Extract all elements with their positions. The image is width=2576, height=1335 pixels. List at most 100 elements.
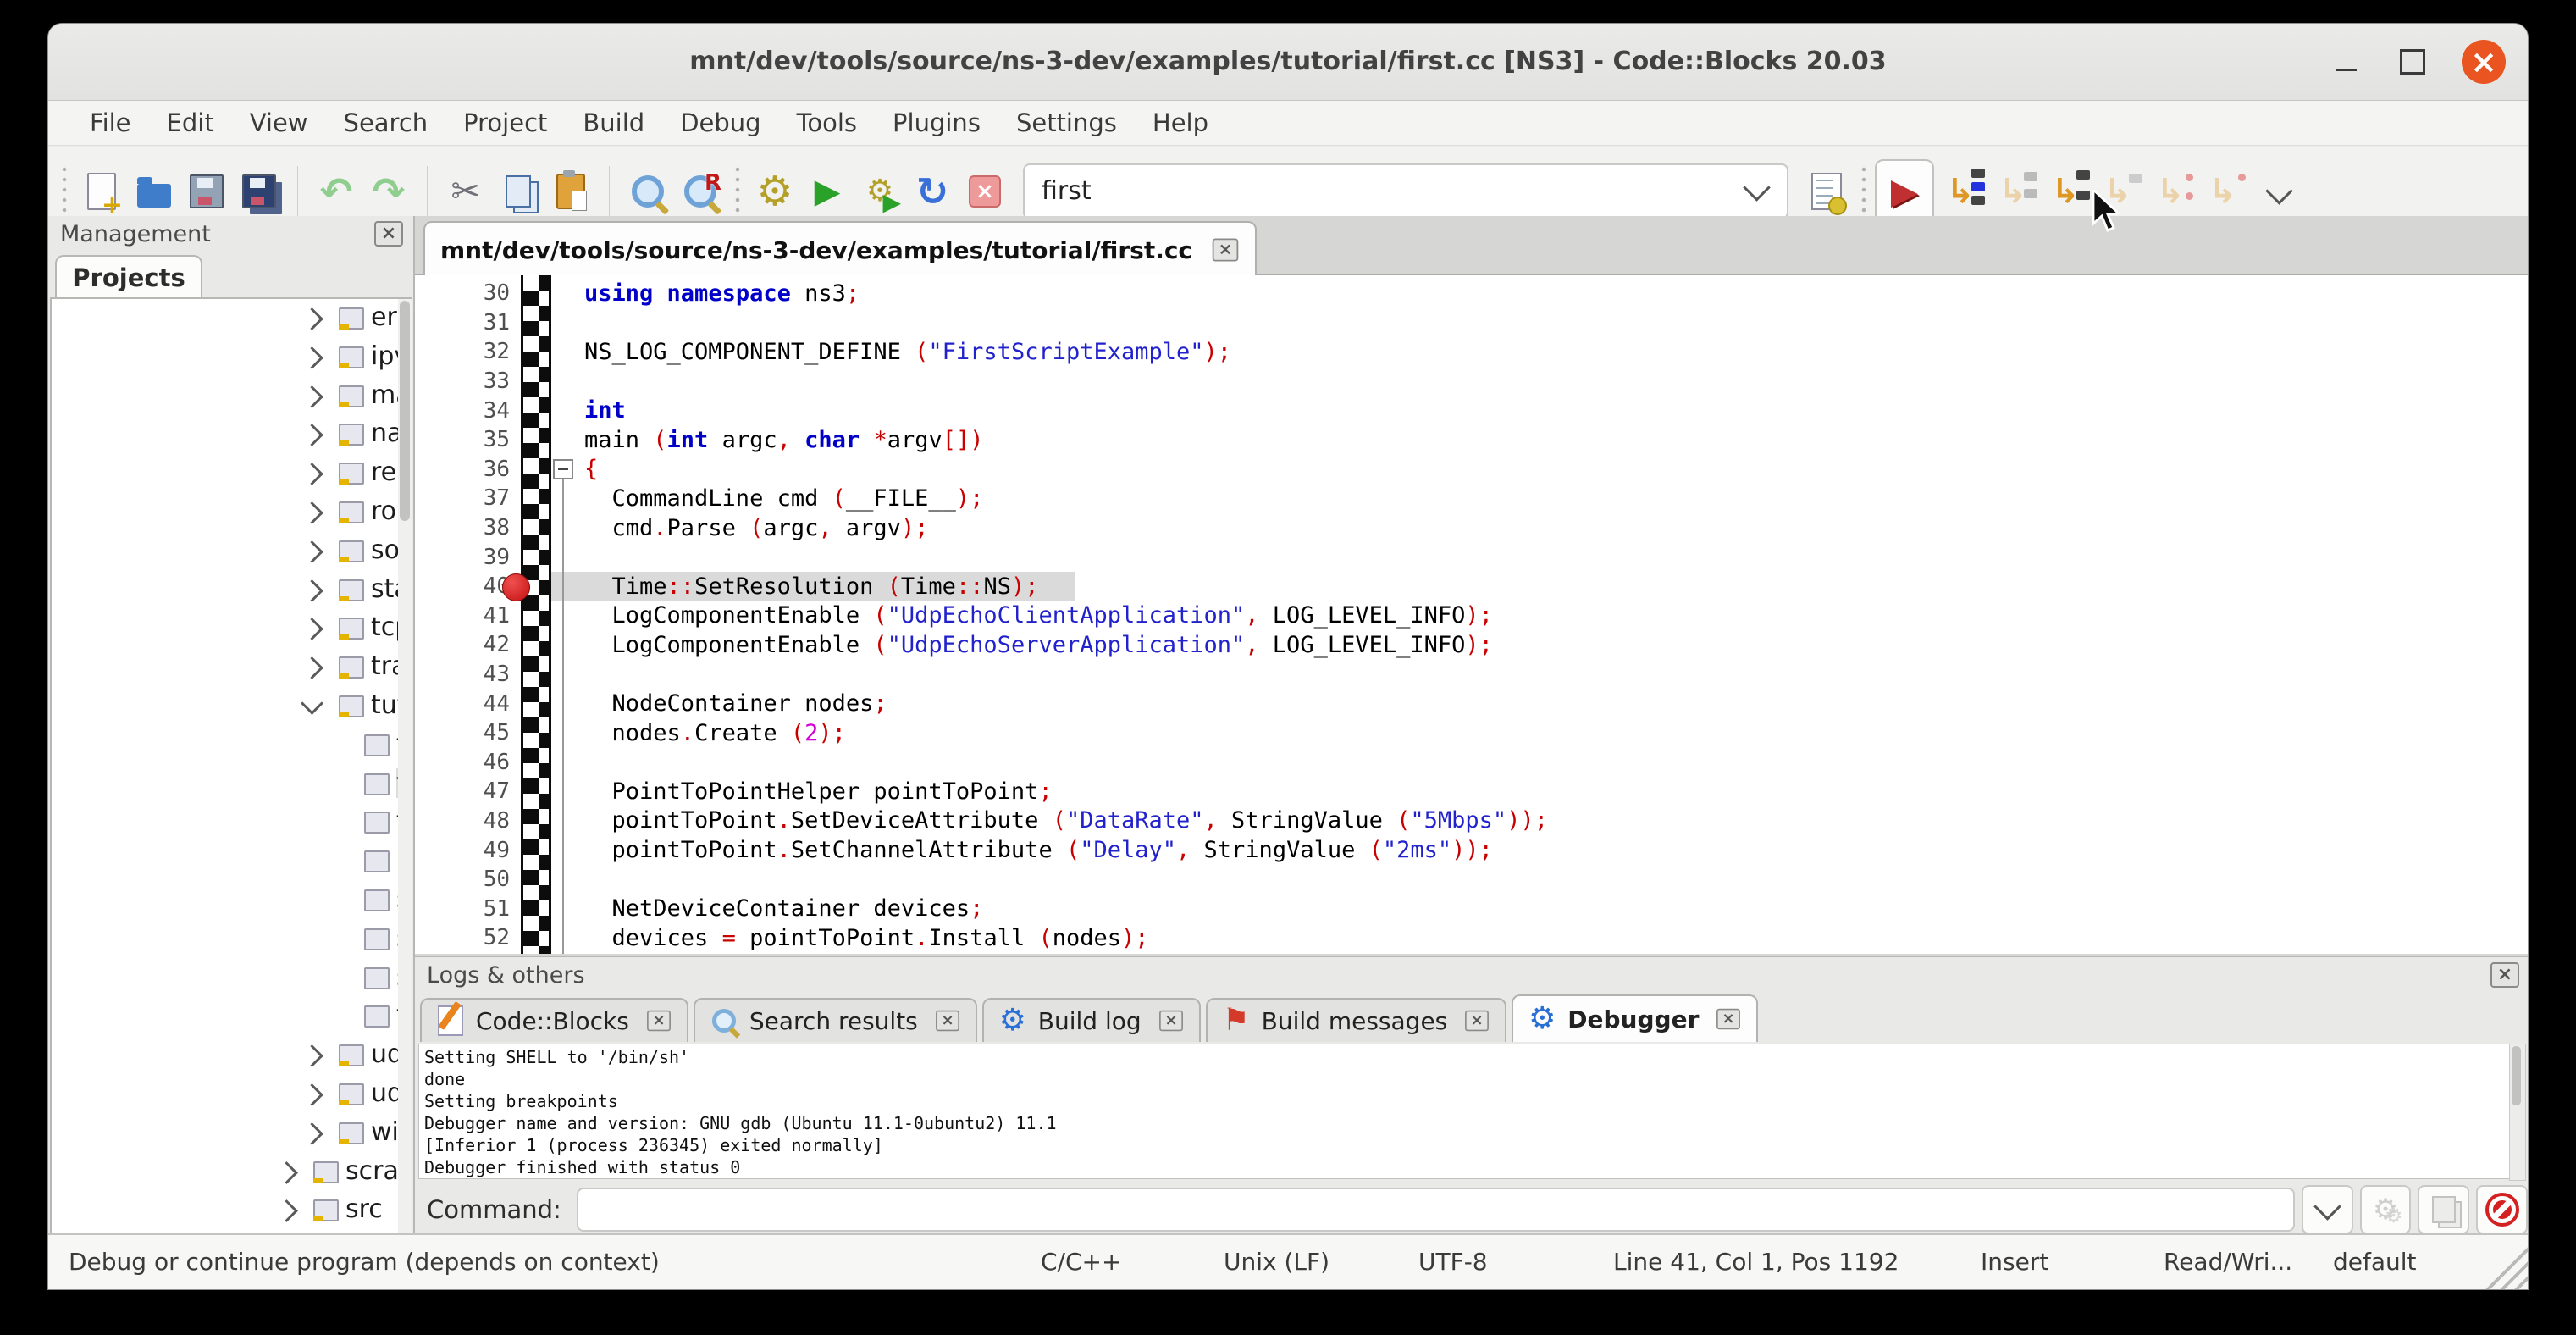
tree-item-mat[interactable]: mat xyxy=(52,377,410,416)
toolbar-gripper[interactable] xyxy=(1860,164,1868,219)
chevron-down-icon[interactable] xyxy=(301,692,323,715)
line-number[interactable]: 36 xyxy=(415,457,518,482)
tree-item-fir[interactable]: fir xyxy=(52,765,410,804)
next-instruction-icon[interactable]: ↳ xyxy=(2144,162,2197,221)
line-number[interactable]: 44 xyxy=(415,691,518,717)
minimize-button[interactable] xyxy=(2324,40,2369,84)
find-icon[interactable] xyxy=(622,162,674,221)
tab-close-icon[interactable]: × xyxy=(1716,1009,1740,1030)
chevron-right-icon[interactable] xyxy=(301,346,323,369)
maximize-button[interactable] xyxy=(2391,40,2435,84)
tree-item-wire[interactable]: wire xyxy=(52,1114,410,1153)
line-number[interactable]: 39 xyxy=(415,545,518,570)
chevron-right-icon[interactable] xyxy=(301,424,323,446)
logs-tab-build-log[interactable]: ⚙Build log× xyxy=(982,998,1201,1042)
paste-icon[interactable] xyxy=(544,162,597,221)
rebuild-icon[interactable]: ↻ xyxy=(906,162,959,221)
run-icon[interactable]: ▶ xyxy=(801,162,854,221)
command-history-dropdown[interactable] xyxy=(2302,1185,2353,1234)
find-replace-icon[interactable]: R xyxy=(674,162,727,221)
code-editor[interactable]: 30using namespace ns3;3132NS_LOG_COMPONE… xyxy=(415,275,2528,954)
tab-close-icon[interactable]: × xyxy=(647,1011,671,1032)
editor-tab-close-icon[interactable]: × xyxy=(1213,239,1239,262)
tree-item-udp[interactable]: udp xyxy=(52,1036,410,1075)
tree-item-rout[interactable]: rout xyxy=(52,493,410,532)
chevron-right-icon[interactable] xyxy=(301,1122,323,1145)
undo-icon[interactable]: ↶ xyxy=(310,162,362,221)
chevron-right-icon[interactable] xyxy=(275,1199,298,1222)
line-number[interactable]: 43 xyxy=(415,662,518,687)
tab-close-icon[interactable]: × xyxy=(1159,1011,1183,1032)
line-number[interactable]: 42 xyxy=(415,632,518,657)
build-target-input[interactable] xyxy=(1025,176,1747,206)
logs-tab-search-results[interactable]: Search results× xyxy=(694,998,977,1042)
save-all-icon[interactable] xyxy=(233,162,285,221)
menu-settings[interactable]: Settings xyxy=(998,108,1135,137)
line-number[interactable]: 32 xyxy=(415,339,518,364)
line-number[interactable]: 51 xyxy=(415,896,518,922)
chevron-right-icon[interactable] xyxy=(301,579,323,602)
tree-item-trafl[interactable]: trafl xyxy=(52,648,410,687)
menu-tools[interactable]: Tools xyxy=(779,108,875,137)
line-number[interactable]: 38 xyxy=(415,515,518,540)
step-into-icon[interactable]: ↳ xyxy=(2039,162,2092,221)
chevron-right-icon[interactable] xyxy=(301,540,323,563)
tab-close-icon[interactable]: × xyxy=(1465,1011,1489,1032)
chevron-right-icon[interactable] xyxy=(301,656,323,679)
line-number[interactable]: 47 xyxy=(415,778,518,804)
chevron-down-icon[interactable] xyxy=(1743,174,1771,202)
debug-continue-button[interactable]: ▶ xyxy=(1875,159,1934,224)
cut-icon[interactable]: ✂ xyxy=(439,162,492,221)
line-number[interactable]: 34 xyxy=(415,398,518,424)
chevron-right-icon[interactable] xyxy=(301,618,323,640)
line-number[interactable]: 30 xyxy=(415,280,518,306)
target-list-icon[interactable] xyxy=(1800,162,1853,221)
line-number[interactable]: 33 xyxy=(415,368,518,394)
step-into-instruction-icon[interactable]: ↳ xyxy=(2197,162,2249,221)
tree-item-udp-[interactable]: udp- xyxy=(52,1075,410,1114)
close-button[interactable]: × xyxy=(2462,40,2506,84)
save-icon[interactable] xyxy=(180,162,233,221)
logs-close-icon[interactable]: × xyxy=(2490,962,2519,988)
line-number[interactable]: 37 xyxy=(415,485,518,511)
chevron-right-icon[interactable] xyxy=(301,307,323,330)
tree-item-tuto[interactable]: tuto xyxy=(52,687,410,726)
tree-item-fo[interactable]: fo xyxy=(52,803,410,842)
tree-item-sock[interactable]: sock xyxy=(52,532,410,571)
line-number[interactable]: 49 xyxy=(415,838,518,863)
abort-build-icon[interactable]: × xyxy=(959,162,1011,221)
tab-close-icon[interactable]: × xyxy=(936,1011,959,1032)
chevron-right-icon[interactable] xyxy=(301,1044,323,1067)
menu-edit[interactable]: Edit xyxy=(149,108,232,137)
tree-item-th[interactable]: th xyxy=(52,997,410,1036)
tree-item-si[interactable]: si xyxy=(52,959,410,998)
tree-item-src[interactable]: src xyxy=(52,1191,410,1230)
editor-tab-first-cc[interactable]: mnt/dev/tools/source/ns-3-dev/examples/t… xyxy=(423,221,1257,277)
tree-item-se[interactable]: se xyxy=(52,881,410,920)
log-scrollbar[interactable] xyxy=(2509,1044,2526,1181)
toolbar-overflow-chevron-icon[interactable] xyxy=(2265,177,2293,205)
new-file-icon[interactable] xyxy=(75,162,128,221)
resize-grip[interactable] xyxy=(2480,1242,2528,1289)
toolbar-gripper[interactable] xyxy=(733,164,742,219)
redo-icon[interactable]: ↷ xyxy=(362,162,415,221)
management-close-icon[interactable]: × xyxy=(374,221,403,247)
tree-item-fif[interactable]: fif xyxy=(52,726,410,765)
build-icon[interactable]: ⚙ xyxy=(749,162,801,221)
chevron-right-icon[interactable] xyxy=(301,385,323,408)
tree-item-se[interactable]: se xyxy=(52,920,410,959)
chevron-right-icon[interactable] xyxy=(301,463,323,485)
tree-item-ipv6[interactable]: ipv6 xyxy=(52,338,410,377)
chevron-right-icon[interactable] xyxy=(275,1161,298,1184)
line-number[interactable]: 52 xyxy=(415,925,518,950)
tree-item-he[interactable]: he xyxy=(52,842,410,881)
copy-log-button[interactable] xyxy=(2418,1185,2469,1234)
tree-item-stat[interactable]: stat xyxy=(52,571,410,610)
stop-debugger-button[interactable] xyxy=(2476,1185,2528,1234)
breakpoint-marker[interactable] xyxy=(502,573,530,601)
line-number[interactable]: 35 xyxy=(415,427,518,452)
run-to-cursor-icon[interactable]: ↳ xyxy=(1934,162,1987,221)
tab-projects[interactable]: Projects xyxy=(55,255,202,299)
menu-file[interactable]: File xyxy=(72,108,149,137)
tree-item-scratch[interactable]: scratch xyxy=(52,1153,410,1192)
